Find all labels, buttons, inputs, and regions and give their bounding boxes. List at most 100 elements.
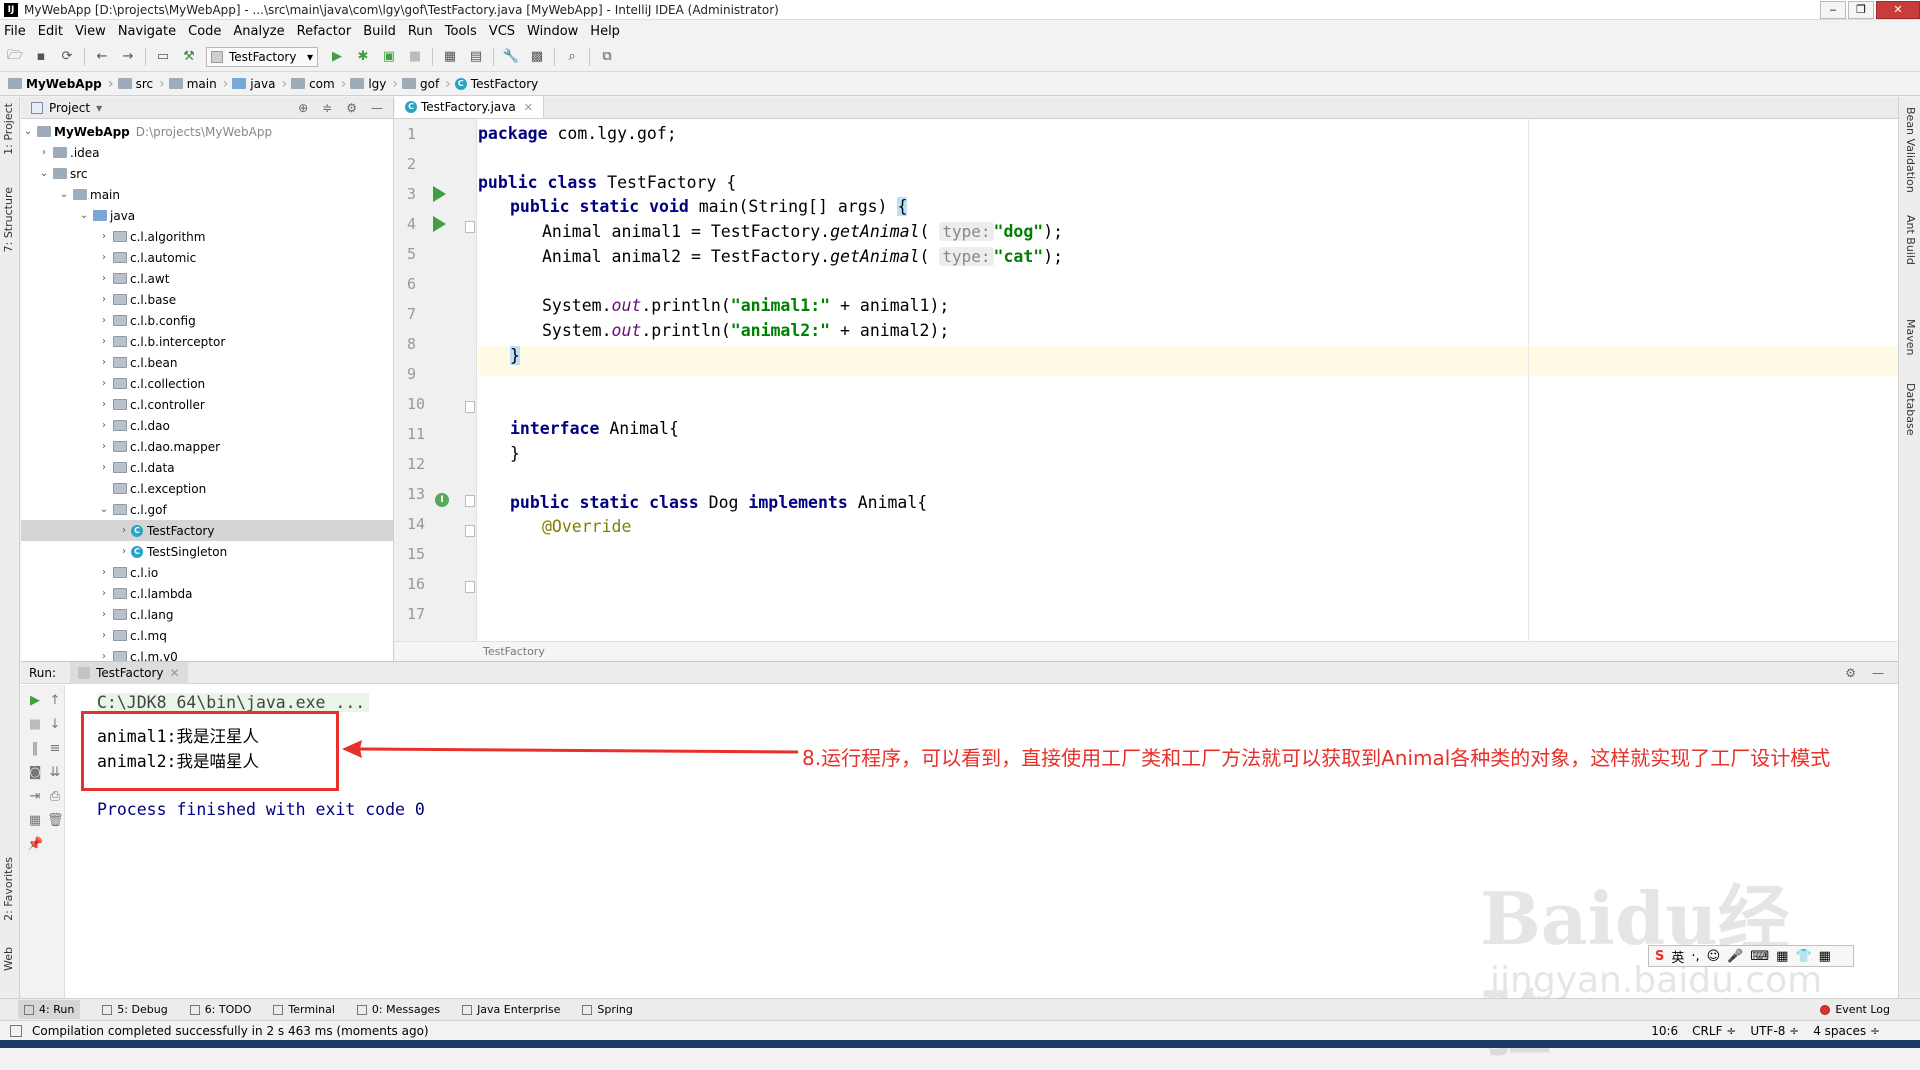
- crumb-src[interactable]: src ›: [117, 76, 165, 92]
- run-tab[interactable]: TestFactory ✕: [70, 661, 188, 684]
- tree-item[interactable]: c.l.exception: [21, 478, 393, 499]
- microphone-icon[interactable]: 🎤: [1727, 949, 1743, 964]
- tab-java-enterprise[interactable]: Java Enterprise: [462, 1003, 560, 1016]
- tree-item[interactable]: › c.l.controller: [21, 394, 393, 415]
- tree-item[interactable]: › c.l.lambda: [21, 583, 393, 604]
- menu-view[interactable]: View: [75, 24, 106, 39]
- project-panel-title[interactable]: Project: [49, 101, 90, 115]
- cursor-position[interactable]: 10:6: [1651, 1024, 1678, 1038]
- tree-item[interactable]: › .idea: [21, 142, 393, 163]
- hide-icon[interactable]: —: [371, 101, 383, 115]
- implementations-icon[interactable]: I: [435, 493, 449, 507]
- vcs-icon[interactable]: ⧉: [598, 48, 616, 66]
- save-icon[interactable]: ▪: [32, 48, 50, 66]
- crumb-project[interactable]: MyWebApp ›: [8, 76, 114, 92]
- tree-item[interactable]: › c.l.collection: [21, 373, 393, 394]
- close-window-button[interactable]: ✕: [1876, 0, 1920, 19]
- tree-item-selected[interactable]: › C TestFactory: [21, 520, 393, 541]
- menu-refactor[interactable]: Refactor: [297, 24, 352, 39]
- tab-bean-validation[interactable]: Bean Validation: [1904, 107, 1917, 193]
- toolbox-icon[interactable]: ▦: [1776, 949, 1788, 964]
- build-project-icon[interactable]: ▭: [154, 48, 172, 66]
- scroll-down-icon[interactable]: ↓: [47, 717, 63, 733]
- file-encoding[interactable]: UTF-8 ÷: [1750, 1024, 1799, 1038]
- hammer-icon[interactable]: ⚒: [180, 48, 198, 66]
- debug-icon[interactable]: ✱: [354, 48, 372, 66]
- menu-build[interactable]: Build: [363, 24, 396, 39]
- stop-icon[interactable]: ■: [406, 48, 424, 66]
- editor-breadcrumb[interactable]: TestFactory: [395, 641, 1898, 661]
- tab-messages[interactable]: 0: Messages: [356, 1003, 440, 1016]
- indent-setting[interactable]: 4 spaces ÷: [1813, 1024, 1880, 1038]
- forward-arrow-icon[interactable]: →: [119, 48, 137, 66]
- menu-code[interactable]: Code: [188, 24, 221, 39]
- tree-item[interactable]: › c.l.b.config: [21, 310, 393, 331]
- camera-icon[interactable]: ◙: [27, 765, 43, 781]
- sdk-icon[interactable]: ▤: [467, 48, 485, 66]
- hide-icon[interactable]: —: [1872, 666, 1884, 680]
- tree-item[interactable]: › c.l.bean: [21, 352, 393, 373]
- tree-item[interactable]: ⌄ main: [21, 184, 393, 205]
- menu-help[interactable]: Help: [590, 24, 620, 39]
- tab-ant-build[interactable]: Ant Build: [1904, 215, 1917, 265]
- back-arrow-icon[interactable]: ←: [93, 48, 111, 66]
- tab-testfactory-java[interactable]: C TestFactory.java ✕: [395, 96, 544, 118]
- tree-item-root[interactable]: ⌄ MyWebApp D:\projects\MyWebApp: [21, 121, 393, 142]
- close-icon[interactable]: ✕: [170, 666, 180, 680]
- tree-item[interactable]: › c.l.dao.mapper: [21, 436, 393, 457]
- tree-item[interactable]: ⌄ c.l.gof: [21, 499, 393, 520]
- menu-edit[interactable]: Edit: [38, 24, 63, 39]
- crumb-gof[interactable]: gof ›: [401, 76, 451, 92]
- fold-marker-icon[interactable]: [465, 525, 475, 537]
- crumb-lgy[interactable]: lgy ›: [350, 76, 398, 92]
- skin-icon[interactable]: 👕: [1795, 949, 1811, 964]
- open-folder-icon[interactable]: 🗁: [6, 48, 24, 66]
- emoji-icon[interactable]: ☺: [1707, 949, 1721, 964]
- run-icon[interactable]: ▶: [328, 48, 346, 66]
- punctuation-icon[interactable]: ·,: [1691, 949, 1699, 964]
- fold-marker-icon[interactable]: [465, 221, 475, 233]
- tree-item[interactable]: › c.l.mq: [21, 625, 393, 646]
- structure-icon[interactable]: ▩: [528, 48, 546, 66]
- tree-item[interactable]: › c.l.lang: [21, 604, 393, 625]
- gear-icon[interactable]: ⚙: [1845, 666, 1856, 680]
- crumb-main[interactable]: main ›: [168, 76, 228, 92]
- code-area[interactable]: package com.lgy.gof; public class TestFa…: [478, 119, 1898, 641]
- menu-navigate[interactable]: Navigate: [118, 24, 176, 39]
- stop-icon[interactable]: ■: [27, 717, 43, 733]
- tab-todo[interactable]: 6: TODO: [189, 1003, 251, 1016]
- soft-wrap-icon[interactable]: ≡: [47, 741, 63, 757]
- run-main-icon[interactable]: [433, 216, 446, 232]
- project-structure-icon[interactable]: ▦: [441, 48, 459, 66]
- tab-maven[interactable]: Maven: [1904, 319, 1917, 355]
- sync-icon[interactable]: ⟳: [58, 48, 76, 66]
- crumb-testfactory[interactable]: C TestFactory: [454, 77, 538, 91]
- gear-icon[interactable]: ⚙: [346, 101, 357, 115]
- tab-run[interactable]: 4: Run: [18, 1000, 81, 1019]
- tab-project[interactable]: 1: Project: [2, 103, 15, 155]
- tree-item[interactable]: › c.l.awt: [21, 268, 393, 289]
- rerun-icon[interactable]: ▶: [27, 693, 43, 709]
- ime-mode[interactable]: 英: [1671, 947, 1684, 966]
- fold-marker-icon[interactable]: [465, 581, 475, 593]
- tree-item[interactable]: › c.l.algorithm: [21, 226, 393, 247]
- tab-terminal[interactable]: Terminal: [273, 1003, 335, 1016]
- tab-web[interactable]: Web: [2, 947, 15, 971]
- fold-marker-icon[interactable]: [465, 495, 475, 507]
- tree-item[interactable]: › c.l.b.interceptor: [21, 331, 393, 352]
- print-icon[interactable]: ⎙: [47, 789, 63, 805]
- tree-item[interactable]: ⌄ java: [21, 205, 393, 226]
- pin-icon[interactable]: 📌: [27, 837, 43, 853]
- tree-item[interactable]: ⌄ src: [21, 163, 393, 184]
- tree-item[interactable]: › c.l.automic: [21, 247, 393, 268]
- tree-item[interactable]: › C TestSingleton: [21, 541, 393, 562]
- collapse-all-icon[interactable]: ≑: [322, 101, 332, 115]
- exit-icon[interactable]: ⇥: [27, 789, 43, 805]
- close-icon[interactable]: ✕: [524, 101, 533, 114]
- wrench-icon[interactable]: 🔧: [502, 48, 520, 66]
- chevron-down-icon[interactable]: ▾: [96, 101, 102, 115]
- tab-favorites[interactable]: 2: Favorites: [2, 857, 15, 921]
- pause-icon[interactable]: ‖: [27, 741, 43, 757]
- search-icon[interactable]: ⌕: [563, 48, 581, 66]
- run-class-icon[interactable]: [433, 186, 446, 202]
